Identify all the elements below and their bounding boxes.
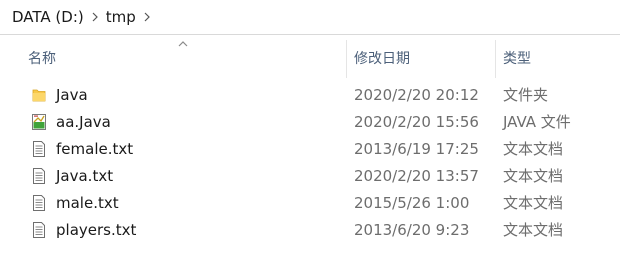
text-file-icon — [33, 168, 45, 184]
file-type: 文本文档 — [503, 221, 564, 239]
file-date: 2020/2/20 15:56 — [354, 113, 479, 131]
breadcrumb: DATA (D:) tmp — [0, 0, 620, 35]
file-name: aa.Java — [56, 113, 111, 131]
file-type: JAVA 文件 — [503, 113, 571, 131]
java-file-icon — [32, 114, 46, 130]
file-date: 2015/5/26 1:00 — [354, 194, 470, 212]
file-name: Java.txt — [56, 167, 114, 185]
text-file-icon — [33, 222, 45, 238]
breadcrumb-drive[interactable]: DATA (D:) — [0, 0, 90, 34]
file-name: Java — [56, 86, 88, 104]
column-divider[interactable] — [495, 40, 496, 78]
column-headers: 名称 修改日期 类型 — [0, 40, 620, 78]
file-date: 2020/2/20 20:12 — [354, 86, 479, 104]
column-header-date[interactable]: 修改日期 — [354, 40, 494, 78]
file-type: 文本文档 — [503, 140, 564, 158]
file-name: female.txt — [56, 140, 134, 158]
chevron-right-icon[interactable] — [90, 0, 100, 34]
file-row[interactable]: Java 2020/2/20 20:12 文件夹 — [0, 82, 620, 109]
file-name: players.txt — [56, 221, 137, 239]
column-divider[interactable] — [346, 40, 347, 78]
file-date: 2013/6/20 9:23 — [354, 221, 470, 239]
file-row[interactable]: Java.txt 2020/2/20 13:57 文本文档 — [0, 163, 620, 190]
column-header-name[interactable]: 名称 — [28, 40, 346, 78]
file-list: Java 2020/2/20 20:12 文件夹 aa.Java 2020/2/… — [0, 82, 620, 244]
file-date: 2020/2/20 13:57 — [354, 167, 479, 185]
file-row[interactable]: female.txt 2013/6/19 17:25 文本文档 — [0, 136, 620, 163]
text-file-icon — [33, 195, 45, 211]
file-row[interactable]: aa.Java 2020/2/20 15:56 JAVA 文件 — [0, 109, 620, 136]
file-row[interactable]: players.txt 2013/6/20 9:23 文本文档 — [0, 217, 620, 244]
file-name: male.txt — [56, 194, 119, 212]
column-header-type[interactable]: 类型 — [503, 40, 620, 78]
file-type: 文本文档 — [503, 167, 564, 185]
text-file-icon — [33, 141, 45, 157]
chevron-right-icon[interactable] — [142, 0, 152, 34]
file-date: 2013/6/19 17:25 — [354, 140, 479, 158]
file-row[interactable]: male.txt 2015/5/26 1:00 文本文档 — [0, 190, 620, 217]
file-type: 文本文档 — [503, 194, 564, 212]
file-type: 文件夹 — [503, 86, 549, 104]
breadcrumb-folder[interactable]: tmp — [100, 0, 142, 34]
folder-icon — [32, 89, 46, 102]
